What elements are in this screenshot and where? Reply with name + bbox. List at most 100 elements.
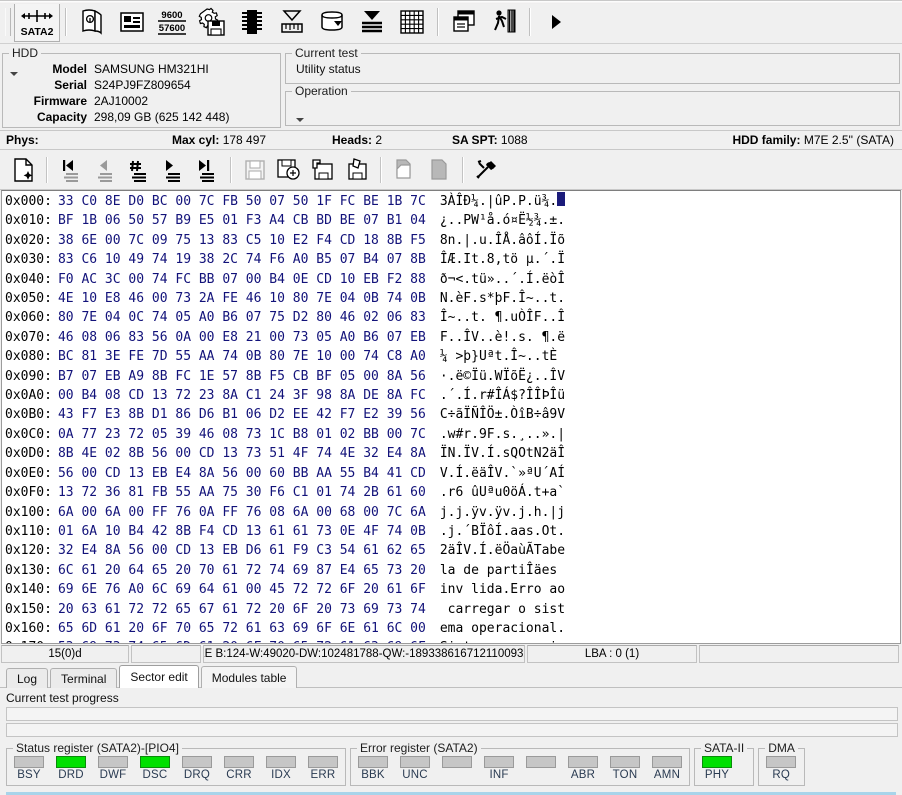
hex-row[interactable]: 0x160: 65 6D 61 20 6F 70 65 72 61 63 69 6… [5, 619, 900, 638]
hex-bytes[interactable]: 53 69 73 74 65 6D 61 20 6F 70 65 72 61 6… [52, 638, 426, 643]
hex-ascii[interactable]: ¿..PW¹å.ó¤Ë½¾.±. [426, 211, 565, 230]
sector-grid-button[interactable] [392, 4, 432, 40]
hex-bytes[interactable]: 4E 10 E8 46 00 73 2A FE 46 10 80 7E 04 0… [52, 289, 426, 308]
hex-bytes[interactable]: 33 C0 8E D0 BC 00 7C FB 50 07 50 1F FC B… [52, 192, 426, 211]
hex-bytes[interactable]: BF 1B 06 50 57 B9 E5 01 F3 A4 CB BD BE 0… [52, 211, 426, 230]
hex-row[interactable]: 0x100: 6A 00 6A 00 FF 76 0A FF 76 08 6A 0… [5, 503, 900, 522]
hex-ascii[interactable]: ema operacional. [426, 619, 565, 638]
hex-ascii[interactable]: j.j.ÿv.ÿv.j.h.|j [426, 503, 565, 522]
report-button[interactable] [72, 4, 112, 40]
hex-bytes[interactable]: 6C 61 20 64 65 20 70 61 72 74 69 87 E4 6… [52, 561, 426, 580]
copy-windows-button[interactable] [444, 4, 484, 40]
prev-sector-button[interactable] [88, 154, 122, 186]
hex-ascii[interactable]: C÷ãÏÑÎÖ±.ÒîB÷â9V [426, 405, 565, 424]
hex-ascii[interactable]: la de partiÎäes [426, 561, 565, 580]
hex-ascii[interactable]: N.èF.s*þF.Î~..t. [426, 289, 565, 308]
hex-bytes[interactable]: 01 6A 10 B4 42 8B F4 CD 13 61 61 73 0E 4… [52, 522, 426, 541]
hex-bytes[interactable]: 20 63 61 72 72 65 67 61 72 20 6F 20 73 6… [52, 600, 426, 619]
hex-ascii[interactable]: .´.Í.r#ÎÁ$?ÎÎÞÎü [426, 386, 565, 405]
hex-row[interactable]: 0x0B0: 43 F7 E3 8B D1 86 D6 B1 06 D2 EE 4… [5, 405, 900, 424]
hex-editor-view[interactable]: 0x000: 33 C0 8E D0 BC 00 7C FB 50 07 50 1… [1, 190, 901, 644]
save-sector-button[interactable] [238, 154, 272, 186]
hex-bytes[interactable]: 83 C6 10 49 74 19 38 2C 74 F6 A0 B5 07 B… [52, 250, 426, 269]
hex-row[interactable]: 0x060: 80 7E 04 0C 74 05 A0 B6 07 75 D2 8… [5, 308, 900, 327]
hex-ascii[interactable]: ·.ë©Ïü.WÏõË¿..ÎV [426, 367, 565, 386]
hex-ascii[interactable]: ¼ >þ}Uªt.Î~..tÈ [426, 347, 565, 366]
baudrate-button[interactable]: 9600 57600 [152, 4, 192, 40]
next-sector-button[interactable] [156, 154, 190, 186]
tools-button[interactable] [470, 154, 504, 186]
hex-row[interactable]: 0x070: 46 08 06 83 56 0A 00 E8 21 00 73 0… [5, 328, 900, 347]
hex-bytes[interactable]: 0A 77 23 72 05 39 46 08 73 1C B8 01 02 B… [52, 425, 426, 444]
hex-row[interactable]: 0x140: 69 6E 76 A0 6C 69 64 61 00 45 72 7… [5, 580, 900, 599]
tab-modules-table[interactable]: Modules table [200, 666, 298, 688]
hex-bytes[interactable]: 46 08 06 83 56 0A 00 E8 21 00 73 05 A0 B… [52, 328, 426, 347]
hex-ascii[interactable]: 2äÎV.Í.ëÖaùÃTabe [426, 541, 565, 560]
hex-row[interactable]: 0x110: 01 6A 10 B4 42 8B F4 CD 13 61 61 7… [5, 522, 900, 541]
hex-row[interactable]: 0x040: F0 AC 3C 00 74 FC BB 07 00 B4 0E C… [5, 270, 900, 289]
data-extract-button[interactable] [312, 4, 352, 40]
hex-ascii[interactable]: carregar o sist [426, 600, 565, 619]
hex-row[interactable]: 0x0C0: 0A 77 23 72 05 39 46 08 73 1C B8 0… [5, 425, 900, 444]
tab-log[interactable]: Log [6, 668, 49, 688]
hex-row[interactable]: 0x0F0: 13 72 36 81 FB 55 AA 75 30 F6 C1 0… [5, 483, 900, 502]
hex-bytes[interactable]: 6A 00 6A 00 FF 76 0A FF 76 08 6A 00 68 0… [52, 503, 426, 522]
hex-bytes[interactable]: 56 00 CD 13 EB E4 8A 56 00 60 BB AA 55 B… [52, 464, 426, 483]
copy-button[interactable] [388, 154, 422, 186]
hex-ascii[interactable]: Î~..t. ¶.uÒÎF..Î [426, 308, 565, 327]
utility-settings-button[interactable] [192, 4, 232, 40]
tab-terminal[interactable]: Terminal [50, 668, 118, 688]
hex-row[interactable]: 0x030: 83 C6 10 49 74 19 38 2C 74 F6 A0 B… [5, 250, 900, 269]
first-sector-button[interactable] [54, 154, 88, 186]
hex-dump-content[interactable]: 0x000: 33 C0 8E D0 BC 00 7C FB 50 07 50 1… [2, 191, 900, 643]
toolbar-grip[interactable] [5, 7, 11, 36]
hex-bytes[interactable]: 43 F7 E3 8B D1 86 D6 B1 06 D2 EE 42 F7 E… [52, 405, 426, 424]
hex-bytes[interactable]: 80 7E 04 0C 74 05 A0 B6 07 75 D2 80 46 0… [52, 308, 426, 327]
hex-row[interactable]: 0x0A0: 00 B4 08 CD 13 72 23 8A C1 24 3F 9… [5, 386, 900, 405]
run-button[interactable] [536, 4, 576, 40]
hex-ascii[interactable]: 3ÀÎÐ¼.|ûP.P.ü¾. [426, 192, 557, 211]
hex-bytes[interactable]: 13 72 36 81 FB 55 AA 75 30 F6 C1 01 74 2… [52, 483, 426, 502]
hex-ascii[interactable]: .r6 ûUªu0öÁ.t+a` [426, 483, 565, 502]
hex-ascii[interactable]: F..ÎV..è!.s. ¶.ë [426, 328, 565, 347]
hex-bytes[interactable]: BC 81 3E FE 7D 55 AA 74 0B 80 7E 10 00 7… [52, 347, 426, 366]
memory-chip-button[interactable] [232, 4, 272, 40]
hex-bytes[interactable]: 8B 4E 02 8B 56 00 CD 13 73 51 4F 74 4E 3… [52, 444, 426, 463]
save-as-button[interactable] [272, 154, 306, 186]
hdd-dropdown-arrow-icon[interactable] [10, 72, 18, 76]
tab-sector-edit[interactable]: Sector edit [119, 665, 199, 688]
operation-dropdown-arrow-icon[interactable] [296, 118, 304, 122]
surface-scan-button[interactable] [272, 4, 312, 40]
hex-bytes[interactable]: F0 AC 3C 00 74 FC BB 07 00 B4 0E CD 10 E… [52, 270, 426, 289]
hex-ascii[interactable]: .j.´BÏôÍ.aas.Ot. [426, 522, 565, 541]
hex-row[interactable]: 0x150: 20 63 61 72 72 65 67 61 72 20 6F 2… [5, 600, 900, 619]
hex-ascii[interactable]: 8n.|.u.ÎÅ.âôÍ.Ïõ [426, 231, 565, 250]
sata2-mode-button[interactable]: SATA2 [14, 1, 60, 42]
hex-row[interactable]: 0x000: 33 C0 8E D0 BC 00 7C FB 50 07 50 1… [5, 192, 900, 211]
hex-ascii[interactable]: ÎÆ.It.8,tö µ.´.Ï [426, 250, 565, 269]
load-from-file-button[interactable] [306, 154, 340, 186]
hex-bytes[interactable]: 69 6E 76 A0 6C 69 64 61 00 45 72 72 6F 2… [52, 580, 426, 599]
hex-row[interactable]: 0x020: 38 6E 00 7C 09 75 13 83 C5 10 E2 F… [5, 231, 900, 250]
hex-row[interactable]: 0x170:53 69 73 74 65 6D 61 20 6F 70 65 7… [5, 638, 900, 643]
hex-ascii[interactable]: inv lida.Erro ao [426, 580, 565, 599]
hex-bytes[interactable]: 65 6D 61 20 6F 70 65 72 61 63 69 6F 6E 6… [52, 619, 426, 638]
drive-id-button[interactable] [112, 4, 152, 40]
hex-ascii[interactable]: Sistema operacio [426, 638, 565, 643]
hex-ascii[interactable]: ÏN.ÏV.Í.sQOtN2äÎ [426, 444, 565, 463]
hex-bytes[interactable]: 32 E4 8A 56 00 CD 13 EB D6 61 F9 C3 54 6… [52, 541, 426, 560]
hex-row[interactable]: 0x130: 6C 61 20 64 65 20 70 61 72 74 69 8… [5, 561, 900, 580]
hex-ascii[interactable]: ð¬<.tü»..´.Í.ëòÎ [426, 270, 565, 289]
hex-ascii[interactable]: .w#r.9F.s.¸..».| [426, 425, 565, 444]
hex-row[interactable]: 0x010: BF 1B 06 50 57 B9 E5 01 F3 A4 CB B… [5, 211, 900, 230]
hex-bytes[interactable]: 00 B4 08 CD 13 72 23 8A C1 24 3F 98 8A D… [52, 386, 426, 405]
new-sector-button[interactable] [6, 154, 40, 186]
hex-row[interactable]: 0x0E0: 56 00 CD 13 EB E4 8A 56 00 60 BB A… [5, 464, 900, 483]
hex-bytes[interactable]: 38 6E 00 7C 09 75 13 83 C5 10 E2 F4 CD 1… [52, 231, 426, 250]
hex-row[interactable]: 0x050: 4E 10 E8 46 00 73 2A FE 46 10 80 7… [5, 289, 900, 308]
hex-bytes[interactable]: B7 07 EB A9 8B FC 1E 57 8B F5 CB BF 05 0… [52, 367, 426, 386]
last-sector-button[interactable] [190, 154, 224, 186]
goto-sector-button[interactable] [122, 154, 156, 186]
hex-row[interactable]: 0x080: BC 81 3E FE 7D 55 AA 74 0B 80 7E 1… [5, 347, 900, 366]
walk-barcode-button[interactable] [484, 4, 524, 40]
